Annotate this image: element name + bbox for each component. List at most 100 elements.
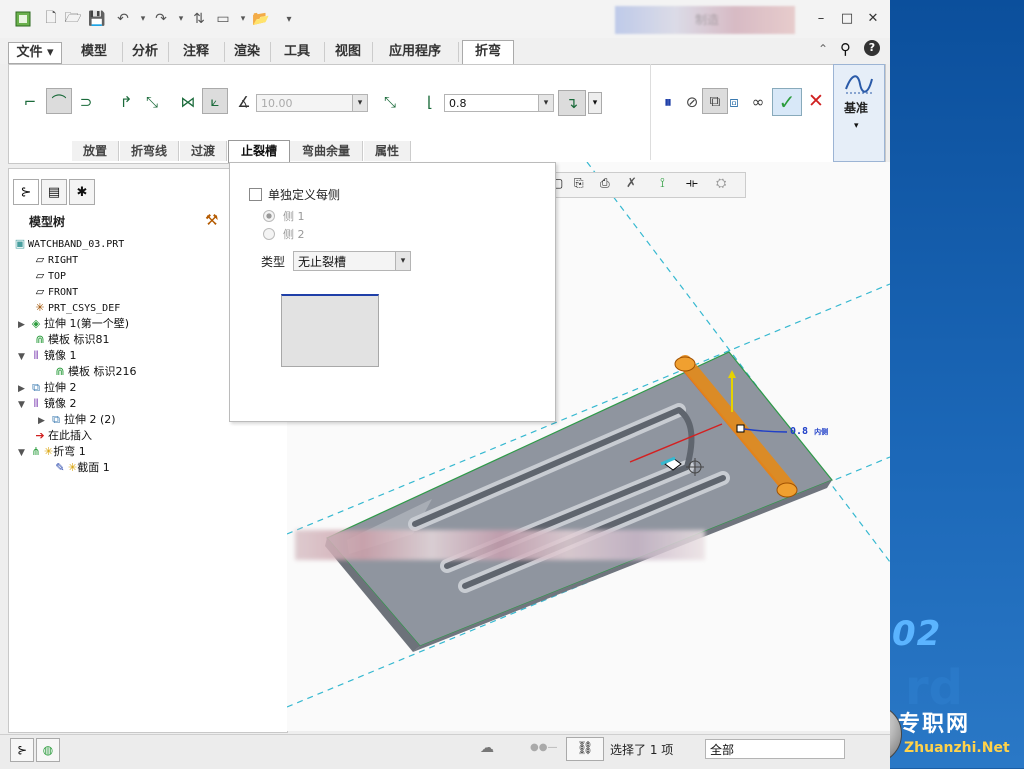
windows-icon[interactable]: ▭ [214, 10, 232, 28]
tree-item-form216[interactable]: ⋒ 模板 标识216 [52, 364, 136, 380]
menu-analysis[interactable]: 分析 [122, 42, 169, 62]
undo-icon[interactable]: ↶ [114, 10, 132, 28]
csys-display-icon[interactable]: ⟛ [686, 176, 698, 191]
tab-bend-line[interactable]: 折弯线 [120, 141, 179, 161]
toggle-navigator-icon[interactable]: ⊱ [10, 738, 34, 762]
tree-item-form81[interactable]: ⋒ 模板 标识81 [32, 332, 109, 348]
cancel-button[interactable]: ✕ [804, 88, 828, 114]
relief-type-dropdown-icon[interactable]: ▾ [395, 252, 410, 270]
menu-model[interactable]: 模型 [66, 42, 123, 62]
tree-item-extrude2-copy[interactable]: ▶ ⧉ 拉伸 2 (2) [38, 412, 116, 428]
tree-item-part[interactable]: ▣ WATCHBAND_03.PRT [12, 236, 125, 252]
radius-side-dropdown-icon[interactable]: ▾ [588, 92, 602, 114]
roll-bend-icon[interactable]: ⌒ [46, 88, 72, 114]
point-display-icon[interactable]: ⟟ [660, 176, 665, 191]
annotation-display-icon[interactable]: ⎘ [574, 176, 584, 191]
undo-dropdown-icon[interactable]: ▾ [134, 10, 152, 28]
tree-item-csys[interactable]: ✳ PRT_CSYS_DEF [32, 300, 120, 316]
maximize-button[interactable]: □ [836, 11, 858, 29]
part-icon: ▣ [14, 237, 26, 250]
radius-value-field[interactable]: 0.8 ▾ [444, 94, 554, 112]
relief-panel: 单独定义每侧 侧 1 侧 2 类型 无止裂槽 ▾ [229, 162, 556, 422]
title-bar: 🗋 🗁 💾 ↶ ▾ ↷ ▾ ⇅ ▭ ▾ 📂 ▾ 制造 – □ ✕ [0, 0, 890, 39]
tab-placement[interactable]: 放置 [72, 141, 119, 161]
new-file-icon[interactable]: 🗋 [42, 10, 60, 28]
close-window-button[interactable]: ✕ [862, 11, 884, 29]
tree-item-mirror1[interactable]: ▼ ⫴ 镜像 1 [18, 348, 77, 364]
dimension-label[interactable]: 0.8 内侧 [790, 426, 828, 437]
selection-filter-select[interactable]: 全部 [705, 739, 845, 759]
collapse-icon[interactable]: ▼ [18, 397, 28, 413]
relief-type-select[interactable]: 无止裂槽 ▾ [293, 251, 411, 271]
tree-item-front[interactable]: ▱ FRONT [32, 284, 78, 300]
tree-item-bend1[interactable]: ▼ ⋔ ✳折弯 1 [18, 444, 86, 460]
folder-icon[interactable]: 📂 [252, 10, 270, 28]
side1-radio[interactable] [263, 210, 275, 222]
collapse-icon[interactable]: ▼ [18, 445, 28, 461]
customize-toolbar-icon[interactable]: ▾ [280, 10, 298, 28]
bend-direction-icon[interactable]: ↱ [114, 90, 138, 114]
angle-dropdown-icon[interactable]: ▾ [352, 95, 367, 111]
minimize-button[interactable]: – [810, 11, 832, 29]
side2-radio[interactable] [263, 228, 275, 240]
verify-icon[interactable]: ⧈ [722, 90, 746, 114]
spin-center-icon[interactable]: ⛭ [716, 176, 726, 191]
tab-relief[interactable]: 止裂槽 [228, 140, 290, 163]
expand-icon[interactable]: ▶ [18, 381, 28, 397]
datum-group[interactable]: 基准 ▾ [833, 64, 885, 162]
bend-type-icon[interactable]: ⌐ [18, 90, 42, 114]
menu-view[interactable]: 视图 [324, 42, 373, 62]
pause-icon[interactable]: ⏸ [656, 90, 680, 114]
bend-fixed-side-icon[interactable]: ⟀ [202, 88, 228, 114]
favorites-tab-icon[interactable]: ✱ [69, 179, 95, 205]
tree-item-extrude2[interactable]: ▶ ⧉ 拉伸 2 [18, 380, 77, 396]
tree-item-top[interactable]: ▱ TOP [32, 268, 66, 284]
flip-direction-icon[interactable]: ⤡ [140, 90, 164, 114]
bend-edge-icon[interactable]: ⊃ [74, 90, 98, 114]
redo-icon[interactable]: ↷ [152, 10, 170, 28]
radius-dropdown-icon[interactable]: ▾ [538, 95, 553, 111]
search-icon[interactable]: ⚲ [840, 40, 851, 58]
tree-item-extrude1[interactable]: ▶ ◈ 拉伸 1(第一个壁) [18, 316, 129, 332]
redo-dropdown-icon[interactable]: ▾ [172, 10, 190, 28]
tree-item-mirror2[interactable]: ▼ ⫴ 镜像 2 [18, 396, 77, 412]
find-icon[interactable]: ⛓ [566, 737, 604, 761]
ok-checkmark-button[interactable]: ✓ [772, 88, 802, 116]
menu-applications[interactable]: 应用程序 [372, 42, 459, 62]
menu-annotate[interactable]: 注释 [168, 42, 225, 62]
saved-views-icon[interactable]: ⎙ [600, 176, 610, 191]
tab-bend-allowance[interactable]: 弯曲余量 [290, 141, 363, 161]
side2-label: 侧 2 [283, 228, 305, 241]
menu-bend[interactable]: 折弯 [462, 40, 514, 65]
help-icon[interactable]: ? [864, 40, 880, 56]
open-folder-icon[interactable]: 🗁 [64, 10, 82, 28]
bend-both-sides-icon[interactable]: ⋈ [176, 90, 200, 114]
collapse-icon[interactable]: ▼ [18, 349, 28, 365]
tree-settings-icon[interactable]: ⚒ [205, 211, 218, 229]
regenerate-icon[interactable]: ⇅ [190, 10, 208, 28]
layers-tab-icon[interactable]: ▤ [41, 179, 67, 205]
tab-transition[interactable]: 过渡 [180, 141, 227, 161]
plane-display-icon[interactable]: ✗ [626, 176, 637, 191]
define-each-side-checkbox[interactable] [249, 188, 262, 201]
tree-item-insert-here[interactable]: ➔ 在此插入 [32, 428, 92, 444]
menu-render[interactable]: 渲染 [224, 42, 271, 62]
expand-icon[interactable]: ▶ [38, 413, 48, 429]
glasses-icon[interactable]: ∞ [746, 90, 770, 114]
expand-icon[interactable]: ▶ [18, 317, 28, 333]
tab-properties[interactable]: 属性 [364, 141, 411, 161]
angle-value-field[interactable]: 10.00 ▾ [256, 94, 368, 112]
radius-side-icon[interactable]: ↴ [558, 90, 586, 116]
toggle-browser-icon[interactable]: ◍ [36, 738, 60, 762]
tree-item-right[interactable]: ▱ RIGHT [32, 252, 78, 268]
windows-dropdown-icon[interactable]: ▾ [234, 10, 252, 28]
collapse-ribbon-icon[interactable]: ⌃ [818, 42, 828, 56]
save-icon[interactable]: 💾 [88, 10, 106, 28]
model-tree-tab-icon[interactable]: ⊱ [13, 179, 39, 205]
flip-angle-icon[interactable]: ⤡ [378, 90, 402, 114]
menu-tools[interactable]: 工具 [270, 42, 325, 62]
menu-file[interactable]: 文件 ▾ [8, 42, 62, 64]
tree-item-section1[interactable]: ✎ ✳截面 1 [52, 460, 109, 476]
datum-dropdown-icon[interactable]: ▾ [854, 121, 859, 131]
no-preview-icon[interactable]: ⊘ [680, 90, 704, 114]
